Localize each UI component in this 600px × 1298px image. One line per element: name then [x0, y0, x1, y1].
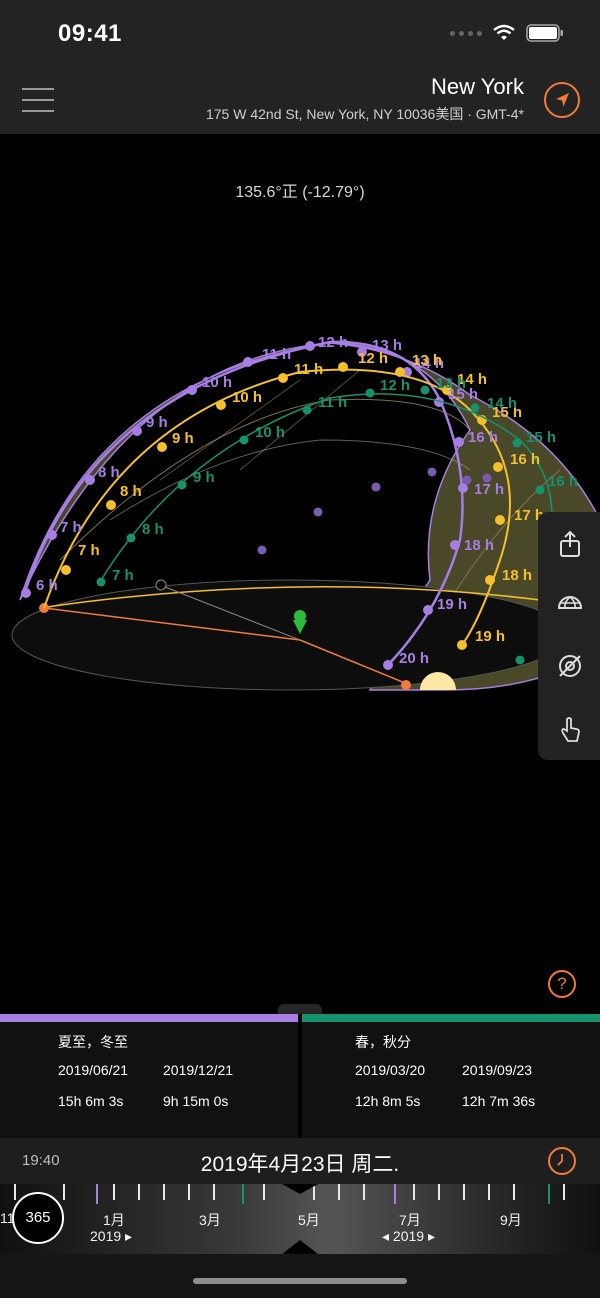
- month-label: 1月: [103, 1212, 125, 1228]
- clock-icon[interactable]: [548, 1147, 576, 1175]
- status-icons: [450, 24, 564, 42]
- date-timeline-scrubber[interactable]: 11 365 1月 3月 5月 7月 9月 2019 ▸ ◂ 2019 ▸: [0, 1184, 600, 1254]
- solstice-color-bar: [0, 1014, 298, 1022]
- summer-hour-label: 17 h: [474, 481, 504, 498]
- equinox-hour-label: 11 h: [318, 394, 347, 411]
- year-label[interactable]: 2019 ▸: [90, 1228, 132, 1245]
- share-icon[interactable]: [556, 530, 584, 558]
- equinox-column[interactable]: 春，秋分 2019/03/20 2019/09/23 12h 8m 5s 12h…: [302, 1022, 600, 1138]
- summer-hour-label: 18 h: [464, 537, 494, 554]
- today-hour-label: 18 h: [502, 567, 532, 584]
- hand-pointer-icon[interactable]: [556, 716, 584, 744]
- date-bar: 19:40 2019年4月23日 周二.: [0, 1138, 600, 1184]
- equinox-hour-label: 12 h: [380, 377, 410, 394]
- summer-hour-label: 12 h: [318, 334, 348, 351]
- today-hour-label: 19 h: [475, 628, 505, 645]
- today-hour-label: 11 h: [294, 361, 323, 378]
- month-label: 9月: [500, 1212, 522, 1228]
- equinox-color-bar: [302, 1014, 600, 1022]
- signal-icon: [450, 30, 482, 36]
- menu-icon[interactable]: [22, 88, 54, 112]
- city-name[interactable]: New York: [431, 74, 524, 100]
- equinox-hour-label: 13 h: [436, 375, 466, 392]
- autumn-equinox-date: 2019/09/23: [462, 1062, 533, 1078]
- winter-solstice-date: 2019/12/21: [163, 1062, 234, 1078]
- current-date[interactable]: 2019年4月23日 周二.: [0, 1148, 600, 1178]
- summer-hour-label: 16 h: [468, 429, 498, 446]
- equinox-title: 春，秋分: [355, 1034, 411, 1050]
- solstice-title: 夏至，冬至: [58, 1034, 128, 1050]
- today-hour-label: 8 h: [120, 483, 142, 500]
- spring-day-length: 12h 8m 5s: [355, 1093, 421, 1109]
- summer-hour-label: 7 h: [60, 519, 82, 536]
- equinox-hour-label: 9 h: [193, 469, 215, 486]
- help-icon[interactable]: ?: [548, 970, 576, 998]
- summer-hour-label: 9 h: [146, 414, 168, 431]
- solstice-column[interactable]: 夏至，冬至 2019/06/21 2019/12/21 15h 6m 3s 9h…: [0, 1022, 298, 1138]
- spring-equinox-date: 2019/03/20: [355, 1062, 426, 1078]
- equinox-hour-label: 15 h: [526, 429, 556, 446]
- side-toolbar: [538, 512, 600, 760]
- summer-hour-label: 10 h: [202, 374, 232, 391]
- status-time: 09:41: [58, 20, 122, 47]
- today-hour-label: 10 h: [232, 389, 262, 406]
- equinox-hour-label: 14 h: [487, 395, 517, 412]
- summer-hour-label: 11 h: [262, 346, 291, 363]
- equinox-hour-label: 8 h: [142, 521, 164, 538]
- no-sun-icon[interactable]: [556, 652, 584, 680]
- sun-path-3d-view[interactable]: 6 h 7 h 8 h 9 h 10 h 11 h 12 h 13 h 14 h…: [0, 140, 600, 1010]
- autumn-day-length: 12h 7m 36s: [462, 1093, 536, 1109]
- today-hour-label: 13 h: [412, 352, 442, 369]
- today-hour-label: 9 h: [172, 430, 194, 447]
- equinox-hour-label: 7 h: [112, 567, 134, 584]
- today-hour-label: 16 h: [510, 451, 540, 468]
- summer-solstice-date: 2019/06/21: [58, 1062, 129, 1078]
- month-label: 5月: [298, 1212, 320, 1228]
- winter-day-length: 9h 15m 0s: [163, 1093, 229, 1109]
- equinox-hour-label: 10 h: [255, 424, 285, 441]
- days-badge[interactable]: 365: [12, 1192, 64, 1244]
- today-hour-label: 7 h: [78, 542, 100, 559]
- home-bar: [0, 1254, 600, 1298]
- battery-icon: [526, 24, 563, 42]
- home-indicator[interactable]: [193, 1278, 407, 1284]
- summer-hour-label: 19 h: [437, 596, 467, 613]
- equinox-hour-label: 16 h: [548, 473, 578, 490]
- today-hour-label: 12 h: [358, 350, 388, 367]
- solstice-equinox-panel: 夏至，冬至 2019/06/21 2019/12/21 15h 6m 3s 9h…: [0, 1014, 600, 1138]
- status-bar: 09:41: [0, 0, 600, 66]
- month-label: 7月: [399, 1212, 421, 1228]
- location-arrow-icon[interactable]: [544, 82, 580, 118]
- wifi-icon: [493, 24, 515, 40]
- address-line[interactable]: 175 W 42nd St, New York, NY 10036美国 · GM…: [206, 104, 524, 124]
- year-label[interactable]: ◂ 2019 ▸: [382, 1228, 435, 1245]
- location-header: New York 175 W 42nd St, New York, NY 100…: [0, 66, 600, 134]
- summer-hour-label: 8 h: [98, 464, 120, 481]
- summer-hour-label: 20 h: [399, 650, 429, 667]
- summer-day-length: 15h 6m 3s: [58, 1093, 124, 1109]
- summer-hour-label: 6 h: [36, 577, 58, 594]
- month-label: 3月: [199, 1212, 221, 1228]
- globe-icon[interactable]: [556, 588, 584, 616]
